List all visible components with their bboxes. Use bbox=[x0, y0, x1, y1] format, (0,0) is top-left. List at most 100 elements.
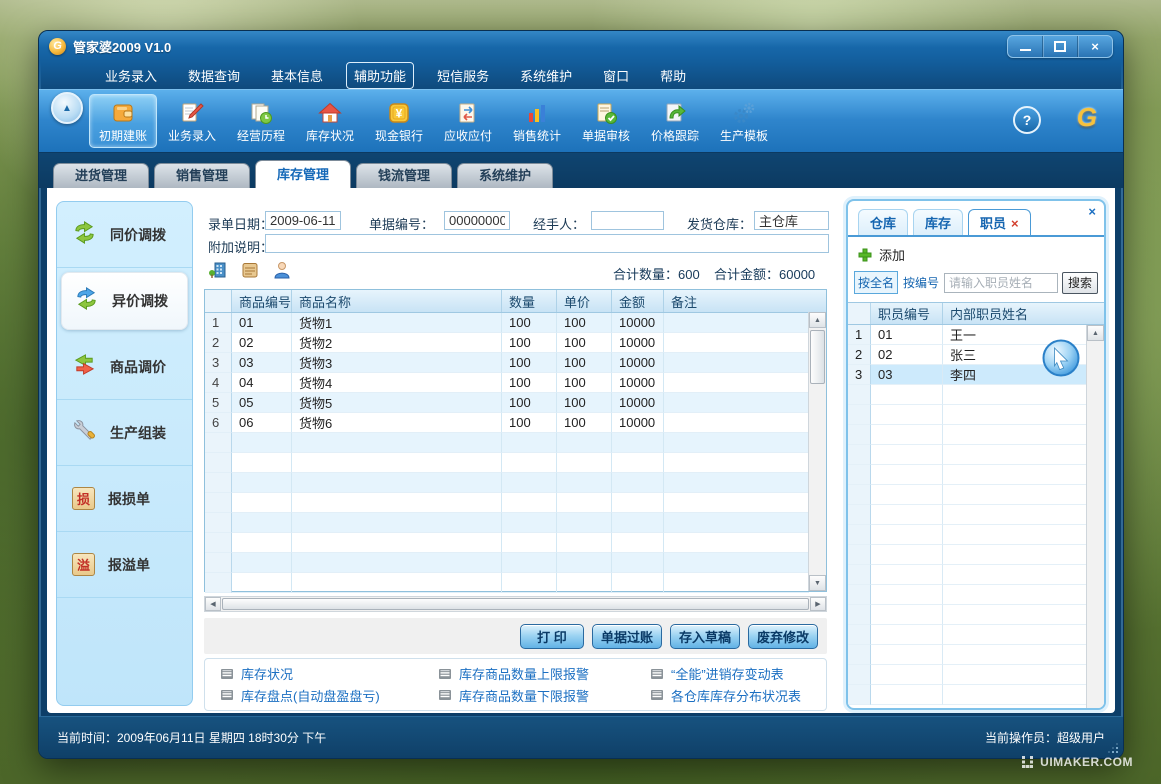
scroll-up-icon[interactable]: ▲ bbox=[1087, 325, 1104, 341]
table-row[interactable]: 5 05 货物5 100 100 10000 bbox=[205, 393, 826, 413]
staff-row-empty bbox=[848, 585, 1104, 605]
filter-by-code-toggle[interactable]: 按编号 bbox=[902, 272, 940, 293]
staff-row-empty bbox=[848, 465, 1104, 485]
items-vertical-scrollbar[interactable]: ▲ ▼ bbox=[808, 312, 826, 591]
table-row[interactable]: 3 03 货物3 100 100 10000 bbox=[205, 353, 826, 373]
maximize-button[interactable] bbox=[1042, 36, 1077, 57]
scroll-down-icon[interactable]: ▼ bbox=[809, 575, 826, 591]
sidebar-item-loss-report[interactable]: 损 报损单 bbox=[57, 466, 192, 532]
menu-system-maintenance[interactable]: 系统维护 bbox=[512, 62, 580, 89]
minimize-button[interactable] bbox=[1008, 36, 1042, 57]
toolbar-cash-bank[interactable]: ¥ 现金银行 bbox=[365, 94, 433, 148]
tab-warehouse[interactable]: 仓库 bbox=[858, 209, 908, 235]
col-quantity: 数量 bbox=[502, 290, 557, 312]
warehouse-input[interactable] bbox=[754, 211, 829, 230]
toolbar-production-template[interactable]: 生产模板 bbox=[710, 94, 778, 148]
cell-remark bbox=[664, 333, 809, 353]
table-row-empty bbox=[205, 493, 826, 513]
toolbar-business-entry[interactable]: 业务录入 bbox=[158, 94, 226, 148]
discard-changes-button[interactable]: 废弃修改 bbox=[748, 624, 818, 649]
collapse-toolbar-button[interactable]: ▲ bbox=[51, 92, 83, 124]
tab-staff[interactable]: 职员× bbox=[968, 209, 1031, 235]
sidebar-item-overflow-report[interactable]: 溢 报溢单 bbox=[57, 532, 192, 598]
post-document-button[interactable]: 单据过账 bbox=[592, 624, 662, 649]
tab-close-icon[interactable]: × bbox=[1011, 216, 1019, 231]
add-staff-row[interactable]: 添加 bbox=[848, 237, 1104, 271]
cell-quantity: 100 bbox=[502, 393, 557, 413]
sidebar-item-same-price-transfer[interactable]: 同价调拨 bbox=[57, 202, 192, 268]
cell-quantity: 100 bbox=[502, 313, 557, 333]
link-upper-limit-alert[interactable]: 库存商品数量上限报警 bbox=[438, 664, 650, 683]
tab-system-maintenance[interactable]: 系统维护 bbox=[457, 163, 553, 188]
menu-basic-info[interactable]: 基本信息 bbox=[263, 62, 331, 89]
col-rownum bbox=[205, 290, 232, 312]
total-qty-label: 合计数量： bbox=[613, 267, 678, 282]
menu-sms-service[interactable]: 短信服务 bbox=[429, 62, 497, 89]
items-horizontal-scrollbar[interactable]: ◀ ▶ bbox=[204, 596, 827, 612]
overflow-stamp-icon: 溢 bbox=[72, 553, 95, 576]
save-draft-button[interactable]: 存入草稿 bbox=[670, 624, 740, 649]
staff-row-empty bbox=[848, 505, 1104, 525]
cell-rownum: 3 bbox=[205, 353, 232, 373]
sidebar-item-price-adjustment[interactable]: 商品调价 bbox=[57, 334, 192, 400]
link-lower-limit-alert[interactable]: 库存商品数量下限报警 bbox=[438, 686, 650, 705]
table-row[interactable]: 6 06 货物6 100 100 10000 bbox=[205, 413, 826, 433]
link-allround-flow-report[interactable]: “全能”进销存变动表 bbox=[650, 664, 826, 683]
items-table-header: 商品编号 商品名称 数量 单价 金额 备注 bbox=[205, 290, 826, 313]
toolbar-sales-stats[interactable]: 销售统计 bbox=[503, 94, 571, 148]
link-inventory-status[interactable]: 库存状况 bbox=[220, 664, 438, 683]
toolbar-inventory-status[interactable]: 库存状况 bbox=[296, 94, 364, 148]
resize-grip[interactable] bbox=[1108, 743, 1118, 753]
scroll-right-icon[interactable]: ▶ bbox=[810, 597, 826, 611]
person-icon[interactable] bbox=[272, 260, 292, 285]
cell-quantity: 100 bbox=[502, 353, 557, 373]
scroll-left-icon[interactable]: ◀ bbox=[205, 597, 221, 611]
tab-stock[interactable]: 库存 bbox=[913, 209, 963, 235]
menu-help[interactable]: 帮助 bbox=[652, 62, 694, 89]
tab-cashflow-mgmt[interactable]: 钱流管理 bbox=[356, 163, 452, 188]
col-staff-code: 职员编号 bbox=[871, 303, 943, 324]
warehouse-building-icon[interactable] bbox=[208, 260, 228, 285]
tab-sales-mgmt[interactable]: 销售管理 bbox=[154, 163, 250, 188]
help-button[interactable]: ? bbox=[1013, 106, 1041, 134]
doc-number-input[interactable] bbox=[444, 211, 510, 230]
handler-input[interactable] bbox=[591, 211, 664, 230]
scroll-thumb[interactable] bbox=[810, 330, 825, 384]
link-stocktake[interactable]: 库存盘点(自动盘盈盘亏) bbox=[220, 686, 438, 705]
tab-inventory-mgmt[interactable]: 库存管理 bbox=[255, 160, 351, 188]
watermark: UIMAKER.COM bbox=[1021, 755, 1133, 769]
close-button[interactable]: × bbox=[1077, 36, 1112, 57]
table-row[interactable]: 4 04 货物4 100 100 10000 bbox=[205, 373, 826, 393]
link-warehouse-distribution[interactable]: 各仓库库存分布状况表 bbox=[650, 686, 826, 705]
print-button[interactable]: 打 印 bbox=[520, 624, 584, 649]
note-input[interactable] bbox=[265, 234, 829, 253]
toolbar-document-audit[interactable]: 单据审核 bbox=[572, 94, 640, 148]
transfer-same-price-icon bbox=[72, 220, 97, 250]
sidebar-item-diff-price-transfer[interactable]: 异价调拨 bbox=[61, 272, 188, 330]
menu-window[interactable]: 窗口 bbox=[595, 62, 637, 89]
report-grid-icon bbox=[650, 689, 664, 701]
cell-staff-code: 01 bbox=[871, 325, 943, 345]
staff-search-input[interactable] bbox=[944, 273, 1058, 293]
menu-aux-functions[interactable]: 辅助功能 bbox=[346, 62, 414, 89]
scroll-thumb[interactable] bbox=[222, 598, 809, 610]
staff-vertical-scrollbar[interactable]: ▲ ▼ bbox=[1086, 325, 1104, 710]
tab-purchase-mgmt[interactable]: 进货管理 bbox=[53, 163, 149, 188]
goods-box-icon[interactable] bbox=[240, 260, 260, 285]
sidebar-item-production-assembly[interactable]: 生产组装 bbox=[57, 400, 192, 466]
toolbar-price-tracking[interactable]: 价格跟踪 bbox=[641, 94, 709, 148]
menu-business-entry[interactable]: 业务录入 bbox=[97, 62, 165, 89]
scroll-up-icon[interactable]: ▲ bbox=[809, 312, 826, 328]
table-row[interactable]: 1 01 货物1 100 100 10000 bbox=[205, 313, 826, 333]
panel-close-icon[interactable]: × bbox=[1088, 204, 1096, 219]
toolbar-business-history[interactable]: 经营历程 bbox=[227, 94, 295, 148]
search-button[interactable]: 搜索 bbox=[1062, 272, 1098, 294]
loss-stamp-icon: 损 bbox=[72, 487, 95, 510]
date-input[interactable] bbox=[265, 211, 341, 230]
filter-by-name-toggle[interactable]: 按全名 bbox=[854, 271, 898, 294]
toolbar-receivable-payable[interactable]: 应收应付 bbox=[434, 94, 502, 148]
cell-amount: 10000 bbox=[612, 373, 664, 393]
toolbar-initial-setup[interactable]: 初期建账 bbox=[89, 94, 157, 148]
table-row[interactable]: 2 02 货物2 100 100 10000 bbox=[205, 333, 826, 353]
menu-data-query[interactable]: 数据查询 bbox=[180, 62, 248, 89]
